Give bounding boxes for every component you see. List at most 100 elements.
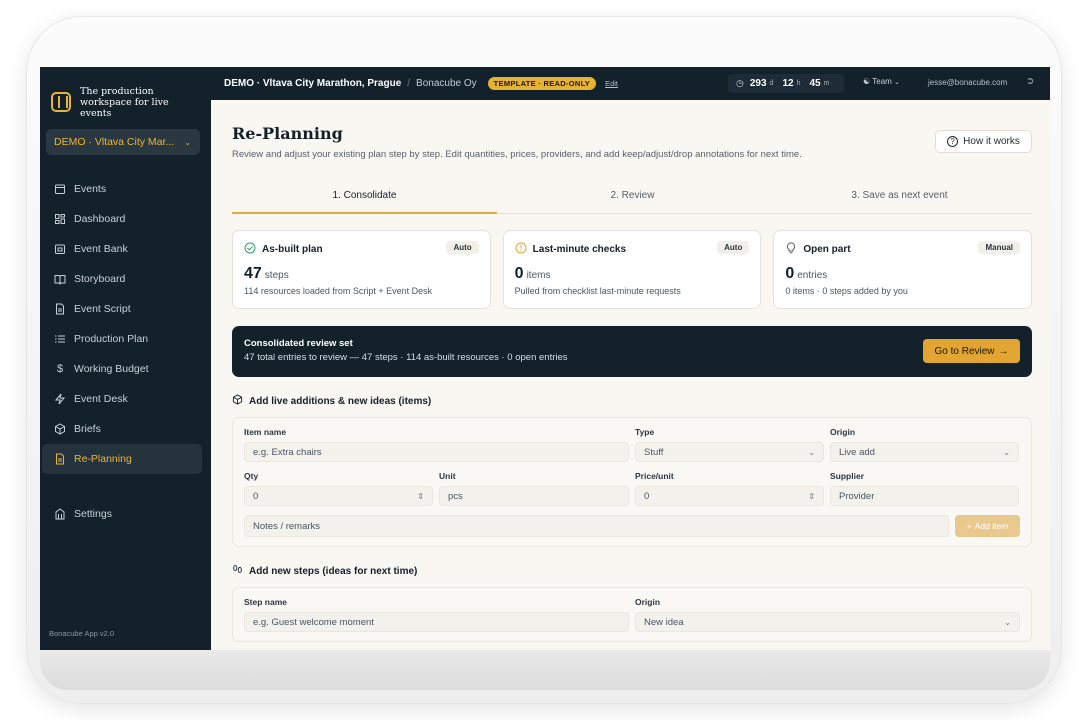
type-value: Stuff <box>644 446 664 458</box>
step-name-label: Step name <box>244 597 287 607</box>
card-title: As-built plan <box>262 244 323 255</box>
origin-value: Live add <box>839 446 875 458</box>
items-form: Item name e.g. Extra chairs Type Stuff ⌄ … <box>232 417 1032 547</box>
supplier-label: Supplier <box>830 471 865 481</box>
bonacube-logo-icon <box>51 92 71 112</box>
step-origin-select[interactable]: New idea ⌄ <box>635 612 1020 632</box>
card-title: Open part <box>803 244 851 255</box>
card-description: 0 items · 0 steps added by you <box>785 286 908 296</box>
sidebar-item-event-bank[interactable]: Event Bank <box>42 234 202 264</box>
sidebar-item-event-desk[interactable]: Event Desk <box>42 384 202 414</box>
step-origin-label: Origin <box>635 597 661 607</box>
sidebar-item-label: Event Bank <box>74 243 128 255</box>
sidebar-item-settings[interactable]: Settings <box>42 499 202 529</box>
footprints-icon <box>232 564 243 578</box>
logout-icon[interactable]: ➲ <box>1026 76 1034 87</box>
go-to-review-button[interactable]: Go to Review → <box>923 339 1020 363</box>
step-name-placeholder: e.g. Guest welcome moment <box>253 616 374 628</box>
item-name-label: Item name <box>244 427 287 437</box>
team-label: Team <box>872 77 892 86</box>
items-section-title: Add live additions & new ideas (items) <box>232 394 1032 408</box>
breadcrumb-event[interactable]: DEMO · Vltava City Marathon, Prague <box>224 78 401 89</box>
tab-consolidate[interactable]: 1. Consolidate <box>232 190 497 214</box>
sidebar-item-briefs[interactable]: Briefs <box>42 414 202 444</box>
sidebar-item-dashboard[interactable]: Dashboard <box>42 204 202 234</box>
card-unit: items <box>526 270 551 281</box>
sidebar-item-label: Re-Planning <box>74 453 132 465</box>
card-value: 47 <box>244 265 262 282</box>
step-name-input[interactable]: e.g. Guest welcome moment <box>244 612 629 632</box>
user-email[interactable]: jesse@bonacube.com <box>928 78 1007 87</box>
steps-form: Step name e.g. Guest welcome moment Orig… <box>232 587 1032 642</box>
supplier-input[interactable]: Provider <box>830 486 1019 506</box>
main-area: DEMO · Vltava City Marathon, Prague / Bo… <box>211 67 1050 650</box>
unit-placeholder: pcs <box>448 490 463 502</box>
review-bar-summary: 47 total entries to review — 47 steps · … <box>244 352 568 363</box>
qty-label: Qty <box>244 471 259 481</box>
brand: The production workspace for live events <box>40 67 211 121</box>
supplier-placeholder: Provider <box>839 490 875 502</box>
sidebar-item-storyboard[interactable]: Storyboard <box>42 264 202 294</box>
summary-cards: As-built plan Auto 47 steps 114 resources… <box>232 230 1033 309</box>
add-item-label: Add item <box>974 521 1009 531</box>
sidebar-item-working-budget[interactable]: $ Working Budget <box>42 354 202 384</box>
sidebar-item-label: Production Plan <box>74 333 149 345</box>
item-name-input[interactable]: e.g. Extra chairs <box>244 442 629 462</box>
sidebar-nav: Events Dashboard Event Bank Storyboard E… <box>40 174 211 529</box>
go-to-review-label: Go to Review <box>934 345 995 357</box>
step-origin-value: New idea <box>644 616 684 628</box>
step-tabs: 1. Consolidate 2. Review 3. Save as next… <box>232 190 1032 214</box>
device-bezel <box>40 650 1050 690</box>
check-circle-icon <box>244 242 256 257</box>
qty-value: 0 <box>253 490 259 502</box>
origin-select[interactable]: Live add ⌄ <box>830 442 1019 462</box>
notes-placeholder: Notes / remarks <box>253 520 321 532</box>
template-badge: TEMPLATE · READ-ONLY <box>487 77 597 90</box>
sidebar-item-production-plan[interactable]: Production Plan <box>42 324 202 354</box>
unit-label: Unit <box>439 471 456 481</box>
sidebar-item-events[interactable]: Events <box>42 174 202 204</box>
how-it-works-label: How it works <box>963 136 1020 147</box>
card-unit: entries <box>797 270 828 281</box>
page-subtitle: Review and adjust your existing plan ste… <box>232 149 802 160</box>
stepper-icon[interactable]: ⇕ <box>808 492 815 501</box>
sidebar-item-label: Briefs <box>74 423 101 435</box>
card-tag: Manual <box>978 241 1021 254</box>
countdown-days: 293 <box>749 78 767 89</box>
document-icon <box>54 303 66 315</box>
alert-circle-icon <box>515 242 527 257</box>
tab-save-as-next-event[interactable]: 3. Save as next event <box>767 190 1032 201</box>
card-title: Last-minute checks <box>532 244 627 255</box>
notes-input[interactable]: Notes / remarks <box>244 515 950 537</box>
how-it-works-button[interactable]: ? How it works <box>935 130 1032 153</box>
card-as-built-plan: As-built plan Auto 47 steps 114 resources… <box>232 230 491 309</box>
price-stepper[interactable]: 0 ⇕ <box>635 486 824 506</box>
event-selector[interactable]: DEMO · Vltava City Mar... ⌄ <box>46 129 200 155</box>
breadcrumb-org[interactable]: Bonacube Oy <box>416 78 477 89</box>
card-tag: Auto <box>717 241 750 254</box>
countdown-hours: 12 <box>782 78 794 89</box>
package-icon <box>232 394 243 408</box>
card-tag: Auto <box>446 241 479 254</box>
list-icon <box>54 333 66 345</box>
edit-link[interactable]: Edit <box>605 79 618 88</box>
tab-review[interactable]: 2. Review <box>500 190 765 201</box>
unit-input[interactable]: pcs <box>439 486 629 506</box>
type-select[interactable]: Stuff ⌄ <box>635 442 824 462</box>
add-item-button[interactable]: + Add item <box>955 515 1020 537</box>
sidebar-item-event-script[interactable]: Event Script <box>42 294 202 324</box>
sidebar-item-re-planning[interactable]: Re-Planning <box>42 444 202 474</box>
app-version: Bonacube App v2.0 <box>49 629 115 638</box>
book-icon <box>54 273 66 285</box>
price-label: Price/unit <box>635 471 674 481</box>
countdown-days-unit: d <box>769 80 774 87</box>
qty-stepper[interactable]: 0 ⇕ <box>244 486 433 506</box>
team-menu[interactable]: ☯ Team ⌄ <box>863 77 900 86</box>
stepper-icon[interactable]: ⇕ <box>417 492 424 501</box>
review-bar-title: Consolidated review set <box>244 338 353 349</box>
steps-section-title: Add new steps (ideas for next time) <box>232 564 1032 578</box>
page-title: Re-Planning <box>232 124 343 143</box>
bolt-icon <box>54 393 66 405</box>
item-name-placeholder: e.g. Extra chairs <box>253 446 322 458</box>
countdown-minutes: 45 <box>809 78 821 89</box>
